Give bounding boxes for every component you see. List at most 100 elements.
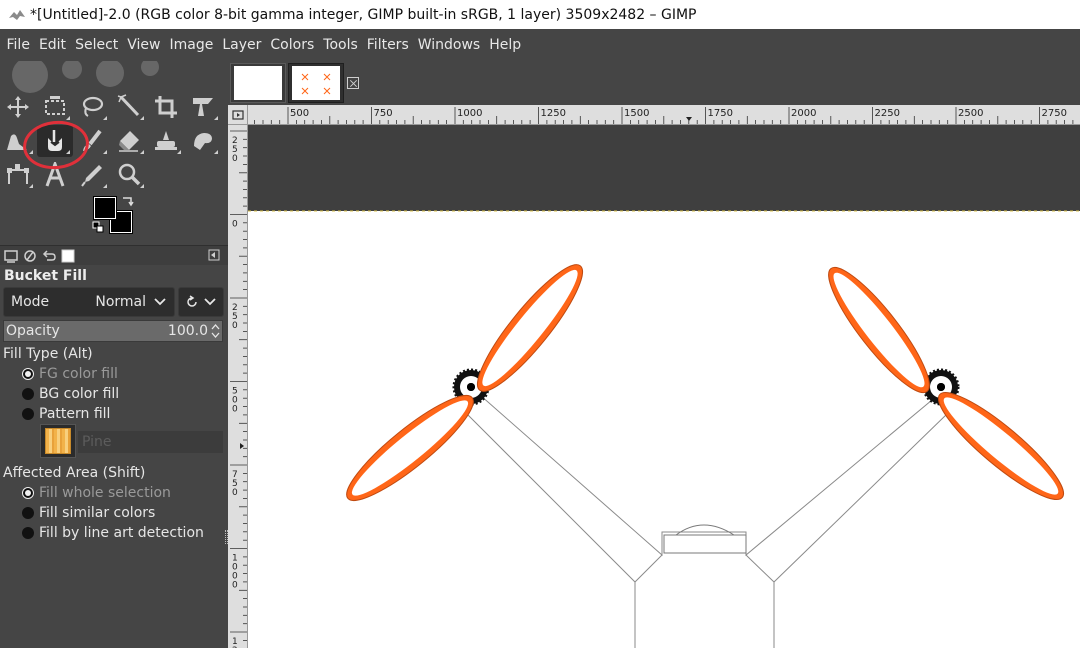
mode-reset-dropdown[interactable] [178, 287, 224, 317]
menu-tools[interactable]: Tools [319, 29, 363, 61]
move-tool-icon[interactable] [0, 91, 36, 123]
navigate-icon [232, 110, 244, 120]
image-tab-1[interactable] [230, 63, 286, 103]
menu-edit[interactable]: Edit [34, 29, 70, 61]
menu-view[interactable]: View [123, 29, 165, 61]
pattern-name-field[interactable]: Pine [78, 431, 223, 453]
zoom-tool-icon[interactable] [111, 159, 147, 191]
fill-type-fg-label: FG color fill [39, 366, 118, 382]
affected-area-whole-label: Fill whole selection [39, 485, 171, 501]
rect-select-tool-icon[interactable] [37, 91, 73, 123]
opacity-value: 100.0 [167, 323, 208, 339]
images-tab-icon[interactable] [60, 248, 76, 264]
reset-mode-icon [187, 295, 197, 307]
spin-arrows-icon[interactable] [211, 323, 220, 339]
drone-thumbnail-icon [301, 73, 331, 95]
paths-tool-icon[interactable] [0, 159, 36, 191]
ruler-label: 2250 [875, 108, 900, 119]
color-picker-tool-icon[interactable] [74, 159, 110, 191]
fill-type-pattern-label: Pattern fill [39, 406, 111, 422]
affected-area-lineart-option[interactable]: Fill by line art detection [22, 523, 204, 543]
image-thumbnail [234, 66, 282, 100]
ruler-label: 1250 [541, 108, 566, 119]
ruler-label-digit: 0 [232, 154, 238, 164]
radio-icon [22, 507, 34, 519]
paintbrush-tool-icon[interactable] [74, 125, 110, 157]
ruler-label-digit: 0 [232, 581, 238, 591]
ruler-label-digit: 0 [232, 488, 238, 498]
ruler-label: 2500 [958, 108, 983, 119]
menu-colors[interactable]: Colors [266, 29, 319, 61]
opacity-slider[interactable]: Opacity 100.0 [3, 320, 223, 342]
title-bar: *[Untitled]-2.0 (RGB color 8-bit gamma i… [0, 0, 1080, 29]
text-tool-icon[interactable] [37, 159, 73, 191]
affected-area-similar-option[interactable]: Fill similar colors [22, 503, 155, 523]
tool-options-heading: Bucket Fill [4, 268, 87, 284]
window-title: *[Untitled]-2.0 (RGB color 8-bit gamma i… [30, 6, 697, 23]
toolbox [0, 61, 228, 245]
radio-icon [22, 527, 34, 539]
dock-menu-icon[interactable] [208, 249, 220, 261]
image-canvas-area[interactable] [248, 125, 1080, 648]
fill-type-fg-option[interactable]: FG color fill [22, 364, 118, 384]
horizontal-ruler[interactable]: 500 750 1000 1250 1500 1750 2000 2250 2500 2750 [248, 105, 1080, 125]
reset-colors-icon[interactable] [92, 221, 104, 233]
bucket-fill-tool-icon[interactable] [37, 125, 73, 157]
transform-tool-icon[interactable] [185, 91, 221, 123]
close-tab-icon[interactable] [347, 77, 359, 89]
menu-layer[interactable]: Layer [218, 29, 266, 61]
drone-drawing [248, 210, 1080, 648]
pine-pattern-swatch [45, 428, 71, 454]
menu-help[interactable]: Help [485, 29, 526, 61]
vertical-ruler-ticks: 250025050075010001250 [230, 130, 247, 648]
tool-options-tab-icon[interactable] [3, 248, 19, 264]
radio-icon [22, 388, 34, 400]
menu-file[interactable]: File [2, 29, 34, 61]
image-tab-2[interactable] [288, 63, 344, 103]
smudge-tool-icon[interactable] [185, 125, 221, 157]
menu-filters[interactable]: Filters [362, 29, 413, 61]
ruler-label: 2750 [1042, 108, 1067, 119]
fuzzy-select-tool-icon[interactable] [111, 91, 147, 123]
swap-colors-icon[interactable] [120, 195, 134, 209]
device-status-tab-icon[interactable] [22, 248, 38, 264]
menu-select[interactable]: Select [71, 29, 123, 61]
lasso-tool-icon[interactable] [74, 91, 110, 123]
eraser-tool-icon[interactable] [111, 125, 147, 157]
affected-area-label: Affected Area (Shift) [3, 465, 146, 481]
tool-options-panel: Bucket Fill Mode Normal Opacity 100.0 Fi… [0, 265, 228, 648]
affected-area-similar-label: Fill similar colors [39, 505, 156, 521]
clone-tool-icon[interactable] [148, 125, 184, 157]
ruler-label-digit: 0 [232, 220, 238, 230]
horizontal-ruler-ticks: 500 750 1000 1250 1500 1750 2000 2250 2500 2750 [254, 107, 1074, 124]
warp-tool-icon[interactable] [0, 125, 36, 157]
quick-mask-toggle[interactable] [228, 105, 248, 125]
ruler-label: 1000 [457, 108, 482, 119]
ruler-label: 2000 [791, 108, 816, 119]
gimp-app-icon [9, 9, 25, 20]
fill-type-pattern-option[interactable]: Pattern fill [22, 404, 110, 424]
ruler-label-digit: 0 [232, 321, 238, 331]
pattern-preview-button[interactable] [40, 424, 76, 458]
chevron-down-icon [154, 298, 166, 306]
ruler-label: 1500 [624, 108, 649, 119]
mode-label: Mode [11, 294, 50, 310]
affected-area-whole-option[interactable]: Fill whole selection [22, 483, 171, 503]
radio-icon [22, 408, 34, 420]
fill-type-bg-option[interactable]: BG color fill [22, 384, 119, 404]
canvas-page [248, 211, 1080, 648]
ruler-label: 750 [374, 108, 393, 119]
foreground-color-swatch[interactable] [93, 196, 117, 220]
mode-value: Normal [95, 294, 146, 310]
affected-area-lineart-label: Fill by line art detection [39, 525, 204, 541]
fill-type-label: Fill Type (Alt) [3, 346, 93, 362]
undo-history-tab-icon[interactable] [41, 248, 57, 264]
pointer-marker [686, 117, 692, 121]
menu-windows[interactable]: Windows [413, 29, 485, 61]
chevron-down-icon [204, 298, 216, 306]
menu-image[interactable]: Image [165, 29, 218, 61]
crop-tool-icon[interactable] [148, 91, 184, 123]
mode-dropdown[interactable]: Mode Normal [3, 287, 175, 317]
dock-tab-strip [0, 245, 228, 265]
vertical-ruler[interactable]: 250025050075010001250 [228, 125, 248, 648]
